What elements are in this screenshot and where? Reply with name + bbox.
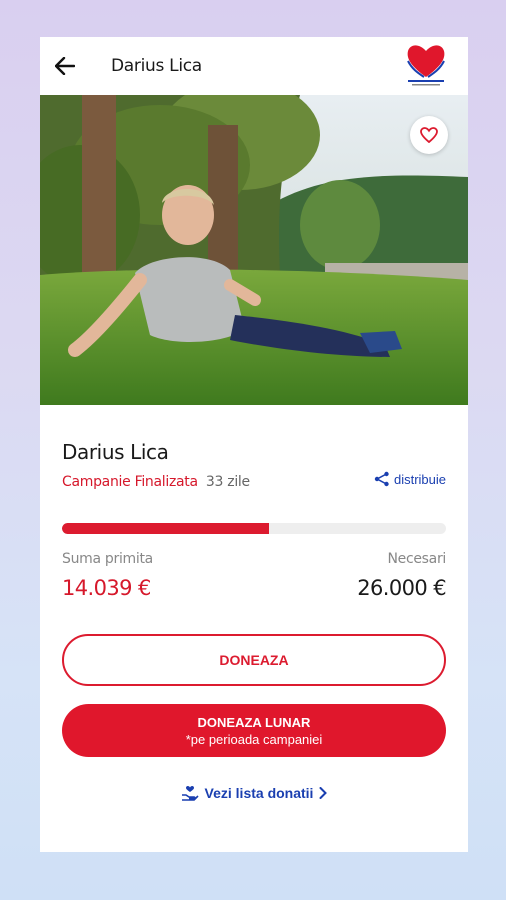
needed-label: Necesari (387, 551, 446, 567)
donations-list-label: Vezi lista donatii (204, 785, 314, 801)
campaign-status: Campanie Finalizata (62, 474, 198, 490)
heart-outline-icon (420, 127, 438, 143)
raised-amount: 14.039 € (62, 576, 151, 600)
donate-button-label: DONEAZA (219, 652, 289, 668)
share-label: distribuie (393, 471, 446, 487)
arrow-left-icon (55, 57, 75, 75)
campaign-name: Darius Lica (62, 440, 169, 464)
funding-progress-bar (62, 523, 446, 534)
back-button[interactable] (50, 51, 80, 81)
donate-monthly-sublabel: *pe perioada campaniei (185, 731, 323, 747)
app-bar: Darius Lica (40, 37, 468, 95)
association-logo (402, 39, 450, 91)
donate-monthly-button[interactable]: DONEAZA LUNAR *pe perioada campaniei (62, 704, 446, 757)
campaign-photo (40, 95, 468, 405)
share-icon (374, 471, 389, 487)
needed-amount: 26.000 € (357, 576, 446, 600)
funding-progress-fill (62, 523, 270, 534)
donations-list-link[interactable]: Vezi lista donatii (40, 785, 468, 801)
campaign-status-row: Campanie Finalizata 33 zile (62, 473, 250, 490)
favorite-button[interactable] (410, 116, 448, 154)
donate-monthly-label: DONEAZA LUNAR (197, 714, 311, 730)
hand-heart-icon (181, 786, 199, 801)
donate-button[interactable]: DONEAZA (62, 634, 446, 686)
share-button[interactable]: distribuie (374, 471, 446, 487)
page-title: Darius Lica (111, 56, 202, 76)
app-screen: Darius Lica Darius Lica Campanie Finaliz… (40, 37, 468, 852)
chevron-right-icon (319, 787, 328, 799)
raised-label: Suma primita (62, 551, 153, 567)
campaign-days: 33 zile (205, 474, 250, 490)
